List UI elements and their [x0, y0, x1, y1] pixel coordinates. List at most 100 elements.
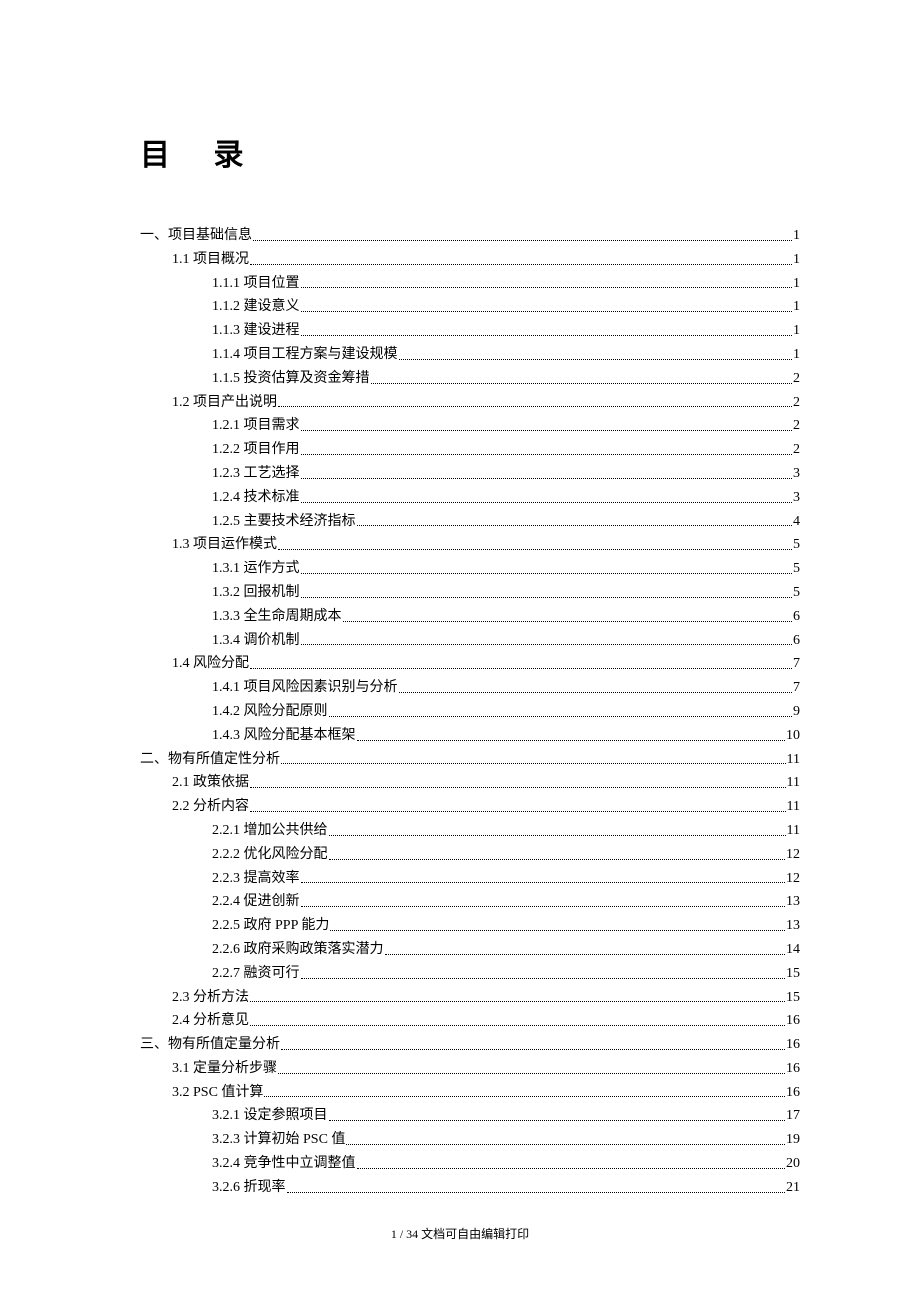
toc-leader-dots — [357, 1168, 786, 1169]
toc-entry: 2.2.6 政府采购政策落实潜力14 — [140, 938, 800, 962]
toc-label: 1.1.2 建设意义 — [212, 295, 300, 319]
toc-leader-dots — [281, 763, 786, 764]
toc-label: 3.2.1 设定参照项目 — [212, 1104, 328, 1128]
toc-page-number: 7 — [793, 676, 800, 700]
toc-entry: 1.1 项目概况1 — [140, 248, 800, 272]
toc-leader-dots — [346, 1144, 785, 1145]
toc-entry: 1.2.2 项目作用2 — [140, 438, 800, 462]
toc-entry: 1.1.1 项目位置1 — [140, 272, 800, 296]
toc-leader-dots — [301, 287, 793, 288]
toc-page-number: 15 — [786, 962, 800, 986]
toc-leader-dots — [281, 1049, 785, 1050]
toc-entry: 2.1 政策依据 11 — [140, 771, 800, 795]
toc-leader-dots — [278, 406, 792, 407]
toc-entry: 3.2.6 折现率21 — [140, 1176, 800, 1200]
toc-label: 二、物有所值定性分析 — [140, 748, 280, 772]
toc-entry: 1.2 项目产出说明2 — [140, 391, 800, 415]
toc-label: 一、项目基础信息 — [140, 224, 252, 248]
toc-label: 1.1 项目概况 — [172, 248, 249, 272]
toc-label: 1.1.3 建设进程 — [212, 319, 300, 343]
toc-page-number: 11 — [787, 795, 800, 819]
toc-leader-dots — [330, 930, 785, 931]
toc-page-number: 2 — [793, 414, 800, 438]
toc-page-number: 11 — [787, 819, 800, 843]
toc-label: 3.2 PSC 值计算 — [172, 1081, 263, 1105]
toc-entry: 1.3.2 回报机制5 — [140, 581, 800, 605]
toc-label: 1.2.4 技术标准 — [212, 486, 300, 510]
toc-page-number: 2 — [793, 367, 800, 391]
toc-leader-dots — [399, 692, 793, 693]
toc-entry: 2.2.5 政府 PPP 能力13 — [140, 914, 800, 938]
toc-entry: 1.2.5 主要技术经济指标4 — [140, 510, 800, 534]
toc-label: 3.2.4 竞争性中立调整值 — [212, 1152, 356, 1176]
toc-label: 1.3.3 全生命周期成本 — [212, 605, 342, 629]
toc-leader-dots — [250, 1025, 785, 1026]
toc-label: 2.2.2 优化风险分配 — [212, 843, 328, 867]
toc-page-number: 16 — [786, 1009, 800, 1033]
toc-entry: 2.2.3 提高效率12 — [140, 867, 800, 891]
toc-leader-dots — [250, 811, 786, 812]
toc-page-number: 12 — [786, 843, 800, 867]
table-of-contents: 一、项目基础信息11.1 项目概况11.1.1 项目位置11.1.2 建设意义1… — [140, 224, 800, 1200]
toc-label: 1.4.3 风险分配基本框架 — [212, 724, 356, 748]
toc-page-number: 3 — [793, 462, 800, 486]
toc-page-number: 14 — [786, 938, 800, 962]
toc-page-number: 1 — [793, 319, 800, 343]
toc-leader-dots — [329, 835, 786, 836]
toc-page-number: 1 — [793, 343, 800, 367]
toc-page-number: 16 — [786, 1057, 800, 1081]
toc-entry: 1.4.2 风险分配原则9 — [140, 700, 800, 724]
toc-page-number: 11 — [787, 771, 800, 795]
toc-leader-dots — [301, 502, 793, 503]
toc-entry: 1.2.4 技术标准 3 — [140, 486, 800, 510]
toc-page-number: 17 — [786, 1104, 800, 1128]
toc-label: 1.3.1 运作方式 — [212, 557, 300, 581]
toc-label: 3.2.6 折现率 — [212, 1176, 286, 1200]
toc-label: 2.3 分析方法 — [172, 986, 249, 1010]
toc-entry: 1.2.1 项目需求2 — [140, 414, 800, 438]
toc-label: 2.1 政策依据 — [172, 771, 249, 795]
toc-label: 1.2 项目产出说明 — [172, 391, 277, 415]
toc-label: 1.4.2 风险分配原则 — [212, 700, 328, 724]
toc-label: 3.1 定量分析步骤 — [172, 1057, 277, 1081]
toc-entry: 1.1.2 建设意义1 — [140, 295, 800, 319]
toc-page-number: 12 — [786, 867, 800, 891]
toc-leader-dots — [264, 1096, 785, 1097]
toc-leader-dots — [343, 621, 793, 622]
page-footer: 1 / 34 文档可自由编辑打印 — [0, 1225, 920, 1242]
toc-page-number: 19 — [786, 1128, 800, 1152]
toc-label: 1.3.4 调价机制 — [212, 629, 300, 653]
toc-entry: 3.1 定量分析步骤 16 — [140, 1057, 800, 1081]
toc-leader-dots — [357, 525, 793, 526]
toc-leader-dots — [385, 954, 786, 955]
toc-leader-dots — [357, 740, 786, 741]
toc-label: 1.4.1 项目风险因素识别与分析 — [212, 676, 398, 700]
toc-entry: 3.2 PSC 值计算16 — [140, 1081, 800, 1105]
toc-entry: 3.2.4 竞争性中立调整值20 — [140, 1152, 800, 1176]
toc-page-number: 6 — [793, 605, 800, 629]
toc-leader-dots — [250, 1001, 785, 1002]
toc-page-number: 6 — [793, 629, 800, 653]
toc-entry: 2.2.7 融资可行15 — [140, 962, 800, 986]
toc-entry: 1.2.3 工艺选择3 — [140, 462, 800, 486]
toc-label: 2.2.5 政府 PPP 能力 — [212, 914, 329, 938]
toc-entry: 1.1.5 投资估算及资金筹措2 — [140, 367, 800, 391]
toc-entry: 二、物有所值定性分析11 — [140, 748, 800, 772]
toc-label: 2.2.4 促进创新 — [212, 890, 300, 914]
toc-entry: 3.2.3 计算初始 PSC 值19 — [140, 1128, 800, 1152]
toc-entry: 1.3.4 调价机制 6 — [140, 629, 800, 653]
document-page: 目 录 一、项目基础信息11.1 项目概况11.1.1 项目位置11.1.2 建… — [0, 0, 920, 1240]
toc-leader-dots — [371, 383, 793, 384]
toc-entry: 1.3.1 运作方式 5 — [140, 557, 800, 581]
toc-label: 1.1.1 项目位置 — [212, 272, 300, 296]
toc-page-number: 10 — [786, 724, 800, 748]
toc-page-number: 3 — [793, 486, 800, 510]
toc-leader-dots — [301, 454, 793, 455]
toc-leader-dots — [250, 787, 786, 788]
toc-leader-dots — [301, 644, 793, 645]
toc-page-number: 2 — [793, 438, 800, 462]
toc-leader-dots — [301, 597, 793, 598]
toc-page-number: 5 — [793, 557, 800, 581]
toc-label: 1.4 风险分配 — [172, 652, 249, 676]
toc-label: 三、物有所值定量分析 — [140, 1033, 280, 1057]
